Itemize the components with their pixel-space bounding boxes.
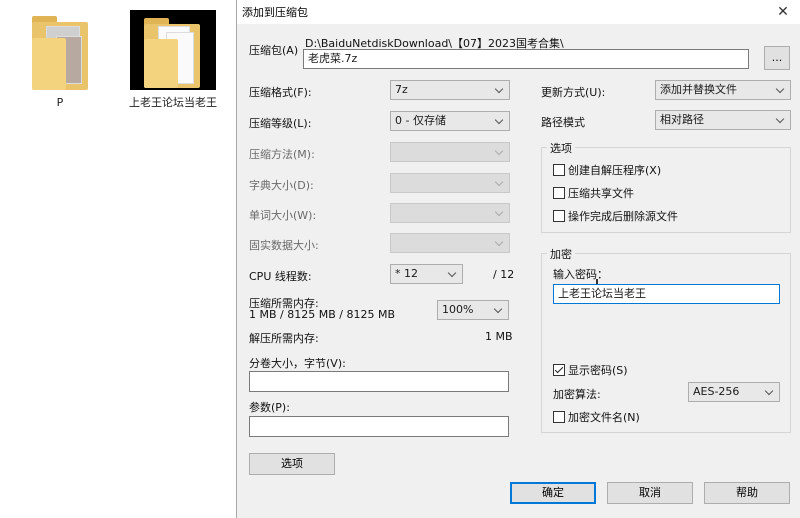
format-label: 压缩格式(F): — [249, 86, 312, 99]
chevron-down-icon — [495, 204, 505, 222]
checkbox-icon — [553, 411, 565, 423]
decompress-memory-label: 解压所需内存: — [249, 332, 319, 345]
sfx-label: 创建自解压程序(X) — [568, 164, 662, 177]
encryption-method-select[interactable]: AES-256 — [688, 382, 780, 402]
folder-label: 上老王论坛当老王 — [129, 96, 217, 109]
memory-percent-select[interactable]: 100% — [437, 300, 509, 320]
add-to-archive-dialog: 添加到压缩包 ✕ 压缩包(A) D:\BaiduNetdiskDownload\… — [236, 0, 800, 518]
word-label: 单词大小(W): — [249, 209, 317, 222]
checkbox-icon — [553, 164, 565, 176]
chevron-down-icon — [448, 265, 458, 283]
archive-name-combo[interactable]: 老虎菜.7z — [303, 49, 749, 69]
chevron-down-icon — [734, 50, 744, 68]
params-input[interactable] — [249, 416, 509, 437]
delete-source-checkbox[interactable]: 操作完成后删除源文件 — [553, 208, 678, 224]
options-group-title: 选项 — [547, 140, 575, 156]
options-button[interactable]: 选项 — [249, 453, 335, 475]
ok-button[interactable]: 确定 — [510, 482, 596, 504]
chevron-down-icon — [495, 174, 505, 192]
update-mode-select[interactable]: 添加并替换文件 — [655, 80, 791, 100]
show-password-label: 显示密码(S) — [568, 364, 628, 377]
encryption-method-label: 加密算法: — [553, 388, 601, 401]
memory-percent-value: 100% — [442, 303, 474, 316]
update-mode-value: 添加并替换文件 — [660, 83, 737, 96]
checkbox-icon — [553, 210, 565, 222]
encryption-group-title: 加密 — [547, 246, 575, 262]
chevron-down-icon — [495, 81, 505, 99]
word-select — [390, 203, 510, 223]
chevron-down-icon — [494, 301, 504, 319]
chevron-down-icon — [494, 372, 504, 391]
encryption-method-value: AES-256 — [693, 385, 740, 398]
close-icon[interactable]: ✕ — [772, 2, 794, 22]
method-label: 压缩方法(M): — [249, 148, 315, 161]
password-input[interactable]: 上老王论坛当老王 — [553, 284, 780, 304]
folder-icon — [32, 16, 88, 90]
help-button[interactable]: 帮助 — [704, 482, 790, 504]
cpu-value: * 12 — [395, 267, 418, 280]
method-select — [390, 142, 510, 162]
level-value: 0 - 仅存储 — [395, 114, 446, 127]
encrypt-filenames-label: 加密文件名(N) — [568, 411, 640, 424]
split-combo[interactable] — [249, 371, 509, 392]
password-label: 输入密码： — [553, 268, 608, 281]
desktop-folder-p[interactable]: P — [20, 10, 100, 110]
folder-icon — [144, 18, 200, 88]
chevron-down-icon — [776, 111, 786, 129]
level-label: 压缩等级(L): — [249, 117, 312, 130]
format-value: 7z — [395, 83, 408, 96]
cpu-total: / 12 — [493, 268, 515, 281]
solid-select — [390, 233, 510, 253]
archive-label: 压缩包(A) — [249, 44, 299, 57]
shared-files-label: 压缩共享文件 — [568, 187, 634, 200]
split-label: 分卷大小，字节(V): — [249, 357, 346, 370]
chevron-down-icon — [495, 234, 505, 252]
password-value: 上老王论坛当老王 — [558, 287, 646, 300]
show-password-checkbox[interactable]: 显示密码(S) — [553, 362, 628, 378]
path-mode-select[interactable]: 相对路径 — [655, 110, 791, 130]
encrypt-filenames-checkbox[interactable]: 加密文件名(N) — [553, 409, 640, 425]
title-bar: 添加到压缩包 ✕ — [237, 0, 800, 24]
chevron-down-icon — [776, 81, 786, 99]
cpu-select[interactable]: * 12 — [390, 264, 463, 284]
path-mode-value: 相对路径 — [660, 113, 704, 126]
format-select[interactable]: 7z — [390, 80, 510, 100]
decompress-memory-value: 1 MB — [485, 330, 513, 343]
solid-label: 固实数据大小: — [249, 239, 319, 252]
chevron-down-icon — [495, 143, 505, 161]
memory-detail: 1 MB / 8125 MB / 8125 MB — [249, 308, 395, 321]
sfx-checkbox[interactable]: 创建自解压程序(X) — [553, 162, 661, 178]
params-label: 参数(P): — [249, 401, 290, 414]
chevron-down-icon — [495, 112, 505, 130]
browse-button[interactable]: ... — [764, 46, 790, 70]
desktop-folder-laowang[interactable]: 上老王论坛当老王 — [128, 8, 218, 128]
level-select[interactable]: 0 - 仅存储 — [390, 111, 510, 131]
dialog-title: 添加到压缩包 — [242, 6, 308, 19]
update-mode-label: 更新方式(U): — [541, 86, 606, 99]
archive-name-value: 老虎菜.7z — [308, 52, 358, 65]
path-mode-label: 路径模式 — [541, 116, 585, 129]
cancel-button[interactable]: 取消 — [607, 482, 693, 504]
checkbox-icon — [553, 364, 565, 376]
chevron-down-icon — [765, 383, 775, 401]
cpu-label: CPU 线程数: — [249, 270, 312, 283]
dict-label: 字典大小(D): — [249, 179, 314, 192]
dict-select — [390, 173, 510, 193]
checkbox-icon — [553, 187, 565, 199]
delete-source-label: 操作完成后删除源文件 — [568, 210, 678, 223]
folder-label: P — [56, 96, 64, 109]
shared-files-checkbox[interactable]: 压缩共享文件 — [553, 185, 634, 201]
